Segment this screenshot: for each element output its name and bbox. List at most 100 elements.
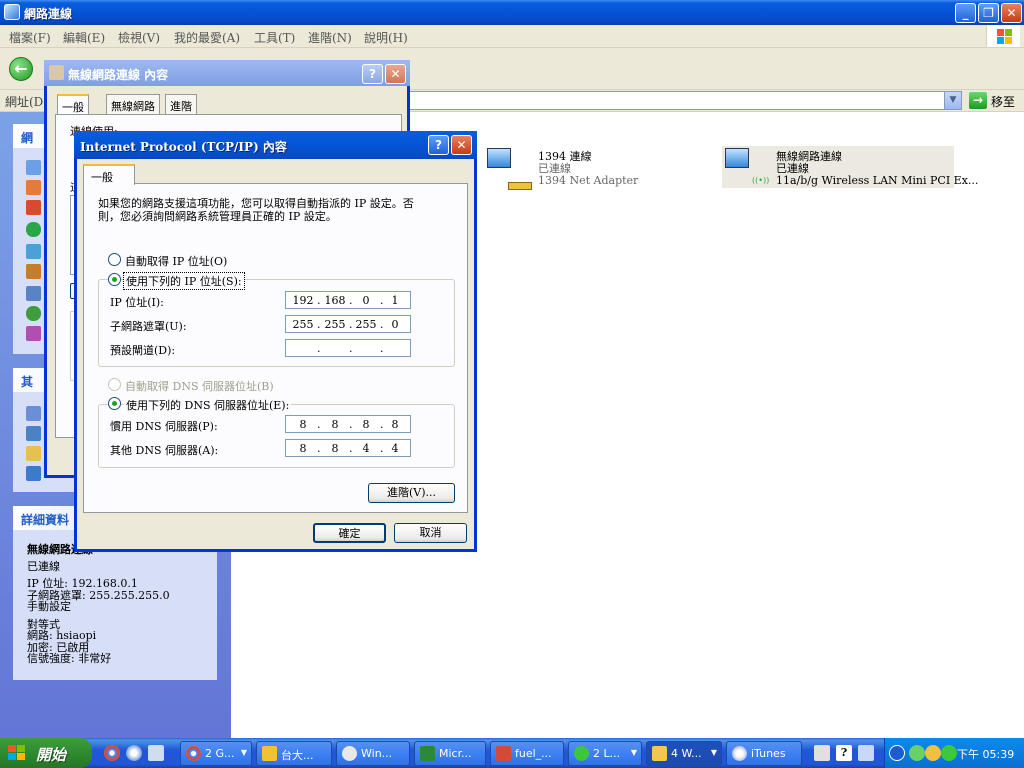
maximize-button[interactable]: ❐ <box>978 3 999 23</box>
help-button[interactable]: ? <box>362 64 383 84</box>
taskbar-button-chrome[interactable]: 2 G... ▼ <box>180 741 252 766</box>
preferred-dns-label: 慣用 DNS 伺服器(P): <box>110 420 218 433</box>
menu-file[interactable]: 檔案(F) <box>9 29 51 46</box>
go-button[interactable]: 移至 <box>991 93 1015 110</box>
task-icon[interactable] <box>26 244 41 259</box>
address-input[interactable]: ▼ <box>405 91 962 110</box>
advanced-button[interactable]: 進階(V)... <box>368 483 455 503</box>
ip-address-input[interactable]: 192. 168. 0. 1 <box>285 291 411 309</box>
language-icon[interactable] <box>858 745 874 761</box>
help-button[interactable]: ? <box>428 135 449 155</box>
task-icon[interactable] <box>26 326 41 341</box>
wrench-icon[interactable] <box>26 264 41 279</box>
folder-icon <box>652 746 667 761</box>
window-title: 網路連線 <box>24 7 73 21</box>
connection-wireless[interactable]: ((•)) 無線網路連線 已連線 11a/b/g Wireless LAN Mi… <box>722 146 978 188</box>
task-icon[interactable] <box>26 200 41 215</box>
gateway-label: 預設閘道(D): <box>110 344 176 357</box>
chevron-left-icon[interactable] <box>889 745 905 761</box>
place-icon[interactable] <box>26 406 41 421</box>
start-button[interactable]: 開始 <box>0 738 92 768</box>
task-icon[interactable] <box>26 286 41 301</box>
tab-advanced[interactable]: 進階 <box>165 94 197 114</box>
place-icon[interactable] <box>26 466 41 481</box>
subnet-mask-input[interactable]: 255. 255. 255. 0 <box>285 315 411 333</box>
menu-help[interactable]: 說明(H) <box>364 29 408 46</box>
ok-button[interactable]: 確定 <box>313 523 386 543</box>
wireless-icon: ((•)) <box>752 176 770 185</box>
tcpip-properties-dialog: Internet Protocol (TCP/IP) 內容 ? ✕ 如果您的網路… <box>74 131 477 552</box>
taskbar-button-itunes[interactable]: iTunes <box>726 741 802 766</box>
menu-advanced[interactable]: 進階(N) <box>308 29 352 46</box>
auto-dns-label[interactable]: 自動取得 DNS 伺服器位址(B) <box>125 378 274 394</box>
task-icon[interactable] <box>26 180 41 195</box>
help-icon[interactable]: ? <box>836 745 852 761</box>
wireless-icon[interactable] <box>26 222 41 237</box>
taskbar: 開始 2 G... ▼ 台大... Win... Micr... fuel_...… <box>0 738 1024 768</box>
clock[interactable]: 下午 05:39 <box>957 746 1014 762</box>
ip-address-label: IP 位址(I): <box>110 296 164 309</box>
taskbar-button-5[interactable]: fuel_... <box>490 741 564 766</box>
windows-logo-icon <box>986 25 1020 47</box>
tray-icon[interactable] <box>925 745 941 761</box>
globe-icon[interactable] <box>26 306 41 321</box>
taskbar-button-3[interactable]: Win... <box>336 741 410 766</box>
preferred-dns-input[interactable]: 8. 8. 8. 8 <box>285 415 411 433</box>
windows-flag-icon <box>8 745 28 762</box>
minimize-button[interactable]: _ <box>955 3 976 23</box>
menu-bar: 檔案(F) 編輯(E) 檢視(V) 我的最愛(A) 工具(T) 進階(N) 說明… <box>0 25 1024 48</box>
manual-dns-radio[interactable] <box>108 397 121 410</box>
network-computer-icon <box>725 148 749 168</box>
cancel-button[interactable]: 取消 <box>394 523 467 543</box>
details-status: 已連線 <box>27 559 60 573</box>
app-icon <box>262 746 277 761</box>
document-icon <box>496 746 511 761</box>
auto-dns-radio[interactable] <box>108 378 121 391</box>
quicklaunch-icon[interactable] <box>126 745 142 761</box>
close-button[interactable]: ✕ <box>451 135 472 155</box>
alternate-dns-input[interactable]: 8. 8. 4. 4 <box>285 439 411 457</box>
details-network: 網路: hsiaopi <box>27 629 97 642</box>
taskbar-button-explorer[interactable]: 4 W... ▼ <box>646 741 722 766</box>
taskbar-button-2[interactable]: 台大... <box>256 741 332 766</box>
menu-tools[interactable]: 工具(T) <box>254 29 295 46</box>
back-arrow-icon[interactable]: ← <box>9 57 33 81</box>
chrome-icon[interactable] <box>104 745 120 761</box>
details-manual: 手動設定 <box>27 600 71 613</box>
description-line-2: 則，您必須詢問網路系統管理員正確的 IP 設定。 <box>98 210 337 223</box>
auto-ip-radio[interactable] <box>108 253 121 266</box>
manual-ip-label[interactable]: 使用下列的 IP 位址(S): <box>123 272 245 290</box>
tab-general[interactable]: 一般 <box>83 164 135 185</box>
chevron-down-icon[interactable]: ▼ <box>944 92 961 109</box>
go-arrow-icon[interactable]: → <box>969 92 987 109</box>
taskbar-button-excel[interactable]: Micr... <box>414 741 486 766</box>
dialog-titlebar[interactable]: Internet Protocol (TCP/IP) 內容 ? ✕ <box>74 131 477 159</box>
task-icon[interactable] <box>26 160 41 175</box>
connection-1394[interactable]: 1394 連線 已連線 1394 Net Adapter <box>484 146 644 194</box>
keyboard-icon[interactable] <box>814 745 830 761</box>
manual-ip-radio[interactable] <box>108 273 121 286</box>
chat-icon <box>574 746 589 761</box>
wireless-icon[interactable] <box>909 745 925 761</box>
chat-icon[interactable] <box>941 745 957 761</box>
folder-icon[interactable] <box>26 446 41 461</box>
menu-edit[interactable]: 編輯(E) <box>63 29 105 46</box>
dns-group <box>98 404 455 468</box>
details-ip: IP 位址: 192.168.0.1 <box>27 577 138 590</box>
close-button[interactable]: ✕ <box>385 64 406 84</box>
tab-general[interactable]: 一般 <box>57 94 89 114</box>
auto-ip-label[interactable]: 自動取得 IP 位址(O) <box>125 253 227 269</box>
chrome-icon <box>186 746 201 761</box>
menu-favorites[interactable]: 我的最愛(A) <box>174 29 240 46</box>
place-icon[interactable] <box>26 426 41 441</box>
close-button[interactable]: ✕ <box>1001 3 1022 23</box>
window-titlebar[interactable]: 網路連線 _ ❐ ✕ <box>0 0 1024 25</box>
tab-wireless[interactable]: 無線網路 <box>106 94 160 114</box>
taskbar-button-line[interactable]: 2 L... ▼ <box>568 741 642 766</box>
gateway-input[interactable]: ... <box>285 339 411 357</box>
menu-view[interactable]: 檢視(V) <box>118 29 160 46</box>
manual-dns-label[interactable]: 使用下列的 DNS 伺服器位址(E): <box>124 397 292 413</box>
show-desktop-icon[interactable] <box>148 745 164 761</box>
dialog-title: Internet Protocol (TCP/IP) 內容 <box>80 140 287 154</box>
dialog-titlebar[interactable]: 無線網路連線 內容 ? ✕ <box>44 60 410 86</box>
